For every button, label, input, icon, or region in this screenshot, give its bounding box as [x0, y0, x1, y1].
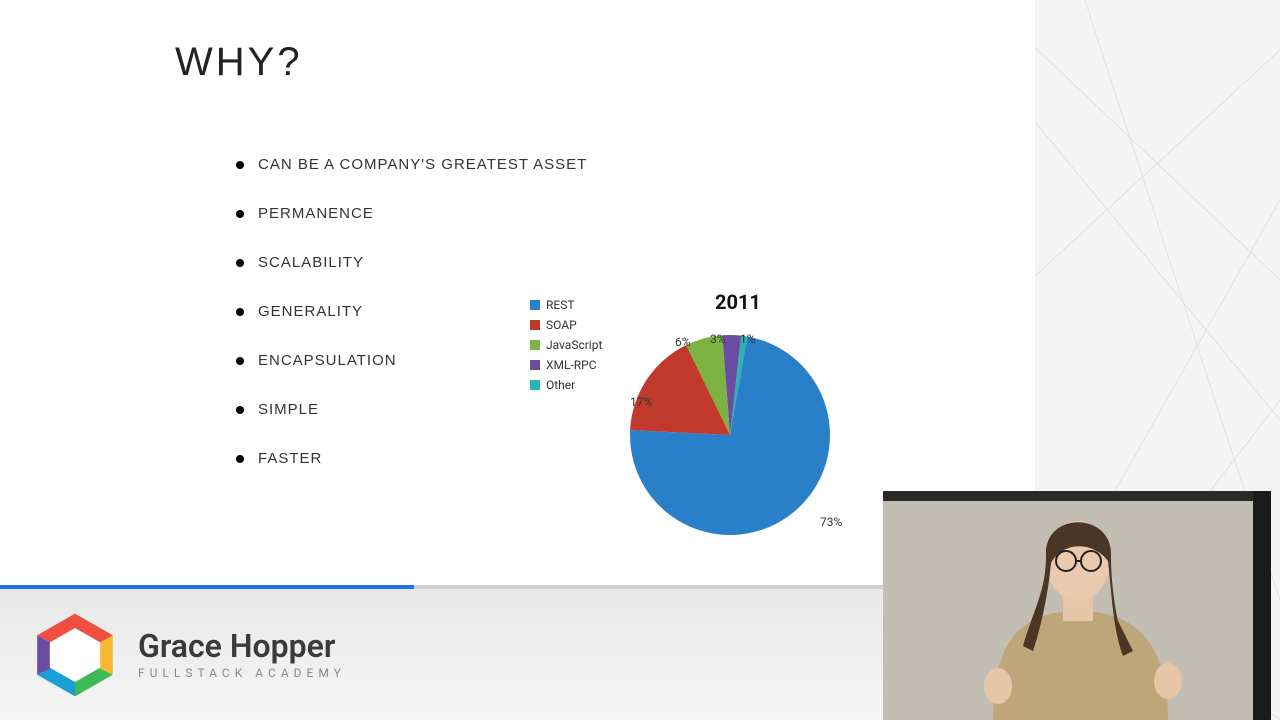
chart-legend: REST SOAP JavaScript XML-RPC Other — [530, 298, 602, 398]
legend-swatch — [530, 320, 540, 330]
pie-label: 6% — [675, 335, 691, 349]
legend-label: SOAP — [546, 318, 577, 332]
pie-label: 3% — [710, 332, 726, 346]
pie-chart: 2011 REST SOAP JavaScript XML-RPC Other — [530, 290, 930, 550]
slide-title: WHY? — [175, 40, 303, 85]
pie-label: 17% — [630, 395, 652, 409]
legend-item: XML-RPC — [530, 358, 602, 372]
legend-item: Other — [530, 378, 602, 392]
legend-swatch — [530, 300, 540, 310]
legend-item: REST — [530, 298, 602, 312]
legend-label: JavaScript — [546, 338, 602, 352]
bullet-item: PERMANENCE — [258, 205, 587, 222]
legend-swatch — [530, 340, 540, 350]
presenter-video — [883, 491, 1271, 720]
pie-label: 1% — [740, 332, 756, 346]
brand-subtitle: FULLSTACK ACADEMY — [138, 666, 346, 680]
legend-label: Other — [546, 378, 575, 392]
legend-item: SOAP — [530, 318, 602, 332]
legend-item: JavaScript — [530, 338, 602, 352]
chart-title: 2011 — [715, 290, 761, 314]
pie-label: 73% — [820, 515, 842, 529]
slide-area: WHY? CAN BE A COMPANY'S GREATEST ASSET P… — [0, 0, 1035, 590]
legend-label: REST — [546, 298, 575, 312]
pie-svg — [625, 330, 835, 540]
lower-third: Grace Hopper FULLSTACK ACADEMY — [0, 589, 885, 720]
legend-swatch — [530, 360, 540, 370]
bullet-item: CAN BE A COMPANY'S GREATEST ASSET — [258, 156, 587, 173]
legend-label: XML-RPC — [546, 358, 597, 372]
hexagon-logo-icon — [30, 610, 120, 700]
legend-swatch — [530, 380, 540, 390]
brand-name: Grace Hopper — [138, 630, 346, 662]
bullet-item: SCALABILITY — [258, 254, 587, 271]
